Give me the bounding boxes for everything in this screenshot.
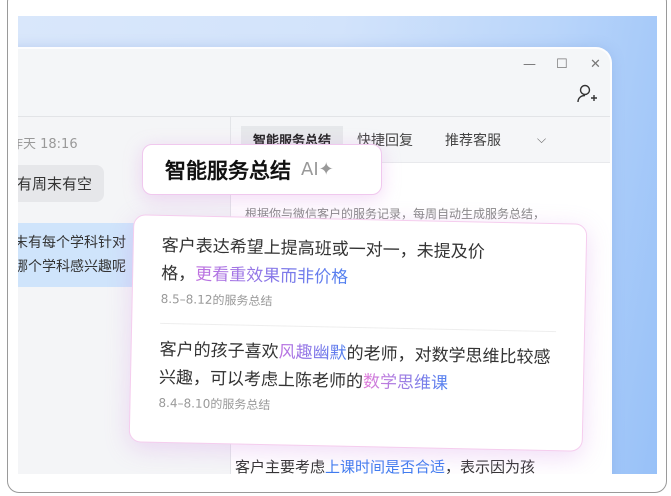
summary-highlight: 数学思维课	[362, 372, 449, 394]
illustration: — ☐ ✕ 昨天 18:16 只有周末有空 周末有每个学科针对 对哪个学科感兴趣…	[18, 16, 657, 474]
summary-item: 客户表达希望上提高班或一对一，未提及价格，更看重效果而非价格 8.5–8.12的…	[161, 232, 558, 315]
summary-highlight: 风趣幽默	[278, 342, 347, 364]
tab-recommend-service[interactable]: 推荐客服	[433, 126, 513, 154]
title: 智能服务总结	[165, 158, 291, 183]
highlight: 上课时间是否合适	[325, 458, 446, 474]
summary-highlight: 更看重效果而非价格	[194, 264, 349, 288]
summary-text-partial: 客户主要考虑上课时间是否合适，表示因为孩	[235, 456, 535, 474]
chat-timestamp: 昨天 18:16	[18, 137, 78, 152]
divider	[160, 322, 557, 333]
person-add-icon[interactable]	[576, 83, 598, 105]
title-card: 智能服务总结 AI✦	[142, 144, 382, 195]
summary-card: 客户表达希望上提高班或一对一，未提及价格，更看重效果而非价格 8.5–8.12的…	[128, 214, 588, 452]
chevron-down-icon[interactable]: ⌵	[537, 132, 546, 147]
text: 客户主要考虑	[235, 458, 326, 474]
minimize-button[interactable]: —	[523, 57, 536, 72]
message-bubble-received: 只有周末有空	[18, 165, 105, 202]
summary-text: 客户的孩子喜欢	[159, 339, 279, 363]
text: ，表示因为孩	[445, 458, 536, 474]
maximize-button[interactable]: ☐	[556, 57, 568, 72]
ai-badge: AI✦	[301, 159, 334, 180]
summary-item: 客户的孩子喜欢风趣幽默的老师，对数学思维比较感兴趣，可以考虑上陈老师的数学思维课…	[158, 336, 555, 419]
close-button[interactable]: ✕	[590, 57, 601, 72]
